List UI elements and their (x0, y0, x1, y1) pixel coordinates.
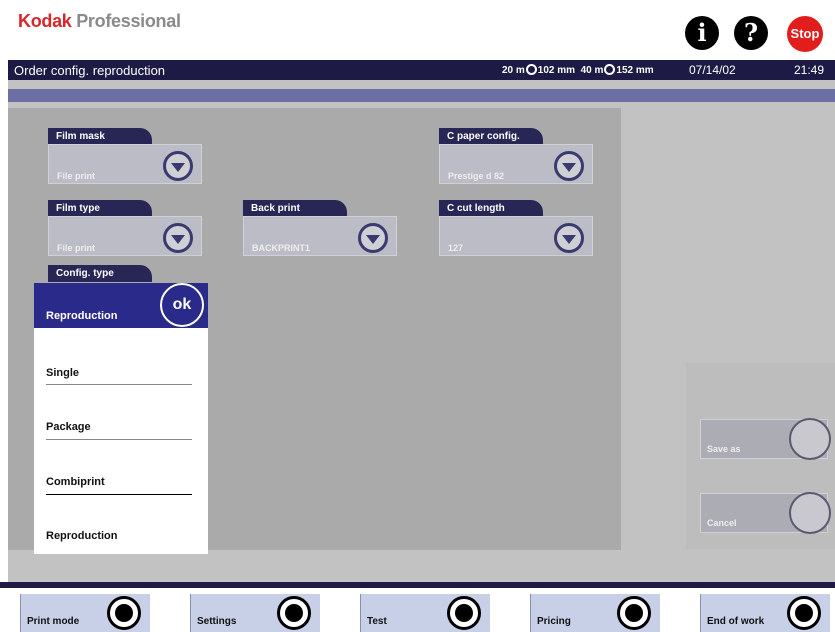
divider (0, 582, 835, 588)
back-print-field[interactable]: Back print BACKPRINT1 (243, 200, 397, 258)
title-bar: Order config. reproduction 20 m 102 mm 40… (8, 60, 835, 80)
paper-roll-icon (525, 64, 537, 75)
pricing-label: Pricing (537, 616, 571, 627)
settings-label: Settings (197, 616, 237, 627)
config-type-current: Reproduction (46, 310, 118, 322)
brand-logo: Kodak Professional (18, 11, 181, 32)
chevron-down-icon (171, 163, 185, 172)
c-paper-config-field[interactable]: C paper config. Prestige d 82 (439, 128, 593, 186)
chevron-down-icon (562, 235, 576, 244)
c-paper-config-label: C paper config. (439, 128, 543, 145)
cancel-knob[interactable] (789, 492, 831, 534)
end-of-work-button[interactable]: End of work (700, 594, 830, 632)
button-knob-icon[interactable] (787, 596, 821, 630)
back-print-box[interactable]: BACKPRINT1 (243, 216, 397, 256)
film-mask-value: File print (57, 171, 95, 181)
brand-main: Kodak (18, 11, 72, 31)
stop-button[interactable]: Stop (787, 16, 823, 52)
action-panel: Save as Cancel (686, 363, 835, 549)
print-mode-button[interactable]: Print mode (20, 594, 150, 632)
ok-button[interactable]: ok (160, 283, 204, 327)
app-header: Kodak Professional i ? Stop (0, 0, 835, 58)
test-label: Test (367, 616, 387, 627)
film-type-field[interactable]: Film type File print (48, 200, 202, 258)
header-band (8, 89, 835, 102)
back-print-dropdown-button[interactable] (358, 223, 388, 253)
film-mask-field[interactable]: Film mask File print (48, 128, 202, 186)
save-as-button[interactable]: Save as (700, 418, 831, 460)
brand-rest: Professional (71, 11, 181, 31)
divider (46, 384, 192, 385)
print-mode-label: Print mode (27, 616, 80, 627)
option-package[interactable]: Package (46, 421, 192, 433)
settings-button[interactable]: Settings (190, 594, 320, 632)
time-display: 21:49 (794, 63, 825, 77)
film-mask-label: Film mask (48, 128, 152, 145)
button-knob-icon[interactable] (107, 596, 141, 630)
chevron-down-icon (171, 235, 185, 244)
option-reproduction[interactable]: Reproduction (46, 530, 192, 542)
divider (46, 439, 192, 440)
pricing-button[interactable]: Pricing (530, 594, 660, 632)
divider (46, 494, 192, 495)
end-of-work-label: End of work (707, 616, 765, 627)
chevron-down-icon (562, 163, 576, 172)
bottom-nav: Print mode Settings Test Pricing End of … (0, 582, 835, 632)
date-display: 07/14/02 (689, 63, 736, 77)
cancel-button[interactable]: Cancel (700, 492, 831, 534)
c-paper-config-value: Prestige d 82 (448, 171, 505, 181)
c-cut-length-value: 127 (448, 243, 464, 253)
config-type-label: Config. type (48, 265, 152, 282)
config-type-list: Reproduction ok Single Package Combiprin… (34, 283, 208, 554)
info-icon[interactable]: i (685, 16, 719, 50)
paper-status: 20 m 102 mm 40 m 152 mm (502, 64, 654, 76)
c-cut-length-field[interactable]: C cut length 127 (439, 200, 593, 258)
roll2-length: 40 m (580, 65, 604, 76)
main-frame: Film mask File print Film type File prin… (8, 80, 835, 582)
roll1-width: 102 mm (537, 65, 576, 76)
c-paper-config-box[interactable]: Prestige d 82 (439, 144, 593, 184)
c-cut-length-box[interactable]: 127 (439, 216, 593, 256)
save-as-label: Save as (707, 444, 741, 454)
button-knob-icon[interactable] (617, 596, 651, 630)
film-mask-box[interactable]: File print (48, 144, 202, 184)
back-print-value: BACKPRINT1 (252, 243, 311, 253)
roll2-width: 152 mm (616, 65, 654, 76)
chevron-down-icon (366, 235, 380, 244)
film-type-box[interactable]: File print (48, 216, 202, 256)
film-mask-dropdown-button[interactable] (163, 151, 193, 181)
option-single[interactable]: Single (46, 367, 192, 379)
button-knob-icon[interactable] (277, 596, 311, 630)
back-print-label: Back print (243, 200, 347, 217)
option-combiprint[interactable]: Combiprint (46, 476, 192, 488)
cancel-label: Cancel (707, 518, 737, 528)
test-button[interactable]: Test (360, 594, 490, 632)
help-icon[interactable]: ? (734, 16, 768, 50)
save-as-knob[interactable] (789, 418, 831, 460)
c-cut-length-label: C cut length (439, 200, 543, 217)
screen-title: Order config. reproduction (14, 63, 166, 78)
c-paper-config-dropdown-button[interactable] (554, 151, 584, 181)
roll1-length: 20 m (502, 65, 525, 76)
c-cut-length-dropdown-button[interactable] (554, 223, 584, 253)
film-type-dropdown-button[interactable] (163, 223, 193, 253)
button-knob-icon[interactable] (447, 596, 481, 630)
film-type-value: File print (57, 243, 95, 253)
paper-roll-icon (604, 64, 616, 75)
film-type-label: Film type (48, 200, 152, 217)
